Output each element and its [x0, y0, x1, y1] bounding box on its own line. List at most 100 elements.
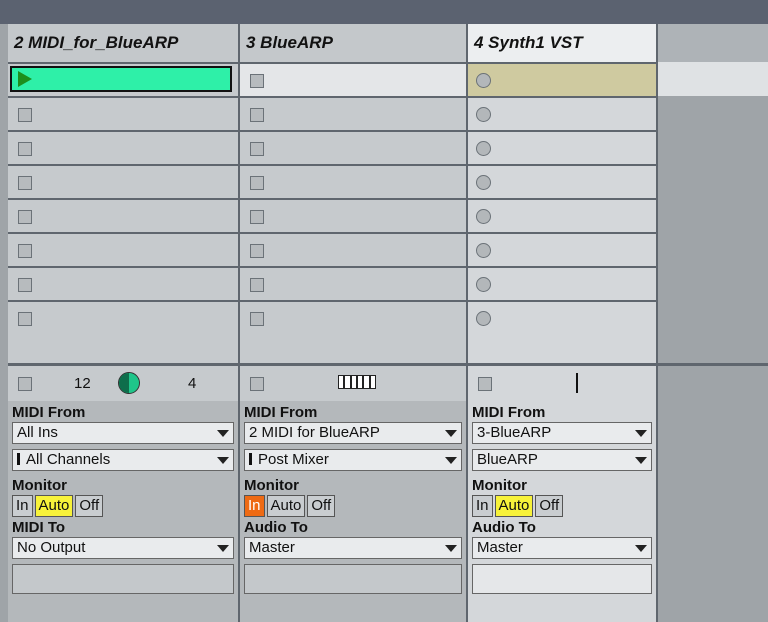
- clip-stop-button[interactable]: [250, 176, 264, 190]
- chevron-down-icon: [217, 545, 229, 552]
- clip-slot[interactable]: [468, 164, 658, 198]
- record-button[interactable]: [476, 141, 491, 156]
- clip-slot[interactable]: [8, 198, 240, 232]
- record-button[interactable]: [476, 277, 491, 292]
- track-stop-button[interactable]: [18, 377, 32, 391]
- clip-slot[interactable]: [468, 232, 658, 266]
- clip-slot[interactable]: [240, 300, 468, 363]
- clip-slot[interactable]: [8, 232, 240, 266]
- clip-stop-button[interactable]: [18, 244, 32, 258]
- clip-slot[interactable]: [240, 198, 468, 232]
- clip-stop-button[interactable]: [18, 142, 32, 156]
- track-stop-button[interactable]: [478, 377, 492, 391]
- dropdown-value: Post Mixer: [258, 451, 329, 468]
- playing-clip[interactable]: [10, 66, 232, 92]
- clip-slot[interactable]: [8, 300, 240, 363]
- clip-stop-button[interactable]: [250, 312, 264, 326]
- clip-slot[interactable]: [240, 96, 468, 130]
- chevron-down-icon: [635, 545, 647, 552]
- clip-slot[interactable]: [8, 266, 240, 300]
- clip-stop-button[interactable]: [250, 142, 264, 156]
- chevron-down-icon: [217, 430, 229, 437]
- track-status-strip: [468, 363, 658, 401]
- dropdown-value: No Output: [17, 539, 86, 556]
- record-button[interactable]: [476, 311, 491, 326]
- io-section: MIDI From 2 MIDI for BlueARP Post Mixer …: [240, 401, 468, 622]
- chevron-down-icon: [635, 430, 647, 437]
- clip-slot[interactable]: [468, 130, 658, 164]
- track-title[interactable]: 4 Synth1 VST: [468, 24, 658, 62]
- clip-stop-button[interactable]: [250, 74, 264, 88]
- clip-stop-button[interactable]: [18, 176, 32, 190]
- chevron-down-icon: [445, 545, 457, 552]
- monitor-off-button[interactable]: Off: [307, 495, 336, 517]
- record-button[interactable]: [476, 73, 491, 88]
- record-button[interactable]: [476, 209, 491, 224]
- record-button[interactable]: [476, 243, 491, 258]
- clip-stop-button[interactable]: [250, 244, 264, 258]
- clip-slot[interactable]: [240, 232, 468, 266]
- clip-stop-button[interactable]: [18, 108, 32, 122]
- track-column-midi-for-bluearp: 2 MIDI_for_BlueARP 12 4 MIDI From All In…: [8, 24, 240, 622]
- clip-stop-button[interactable]: [18, 312, 32, 326]
- clip-slot[interactable]: [240, 266, 468, 300]
- monitor-label: Monitor: [472, 477, 527, 494]
- channel-dropdown[interactable]: All Channels: [12, 449, 234, 471]
- track-stop-button[interactable]: [250, 377, 264, 391]
- monitor-auto-button[interactable]: Auto: [266, 495, 306, 517]
- clip-slot[interactable]: [468, 266, 658, 300]
- clip-slot[interactable]: [8, 130, 240, 164]
- clip-slot[interactable]: [468, 62, 658, 96]
- clip-stop-button[interactable]: [250, 108, 264, 122]
- chevron-down-icon: [445, 430, 457, 437]
- clip-slot[interactable]: [240, 130, 468, 164]
- audio-to-dropdown[interactable]: Master: [472, 537, 652, 559]
- midi-from-dropdown[interactable]: 2 MIDI for BlueARP: [244, 422, 462, 444]
- monitor-off-button[interactable]: Off: [75, 495, 104, 517]
- chevron-down-icon: [217, 457, 229, 464]
- monitor-off-button[interactable]: Off: [535, 495, 564, 517]
- dial-icon[interactable]: [118, 372, 140, 394]
- monitor-auto-button[interactable]: Auto: [34, 495, 74, 517]
- clip-slot[interactable]: [468, 300, 658, 363]
- clip-stop-button[interactable]: [250, 278, 264, 292]
- monitor-in-button[interactable]: In: [12, 495, 33, 517]
- track-column-bluearp: 3 BlueARP MIDI From 2 MIDI for BlueARP P…: [240, 24, 468, 622]
- record-button[interactable]: [476, 107, 491, 122]
- monitor-in-button[interactable]: In: [472, 495, 493, 517]
- clip-stop-button[interactable]: [250, 210, 264, 224]
- monitor-auto-button[interactable]: Auto: [494, 495, 534, 517]
- track-title[interactable]: 3 BlueARP: [240, 24, 468, 62]
- empty-box: [244, 564, 462, 594]
- channel-dropdown[interactable]: BlueARP: [472, 449, 652, 471]
- midi-from-dropdown[interactable]: 3-BlueARP: [472, 422, 652, 444]
- dropdown-value: Master: [477, 539, 523, 556]
- channel-dropdown[interactable]: Post Mixer: [244, 449, 462, 471]
- clip-slot[interactable]: [240, 62, 468, 96]
- track-column-synth1-vst: 4 Synth1 VST MIDI From 3-BlueARP BlueARP…: [468, 24, 658, 622]
- empty-header: [658, 24, 768, 62]
- clip-stop-button[interactable]: [18, 210, 32, 224]
- empty-box: [472, 564, 652, 594]
- io-section: MIDI From All Ins All Channels Monitor I…: [8, 401, 240, 622]
- midi-to-dropdown[interactable]: No Output: [12, 537, 234, 559]
- audio-to-label: Audio To: [244, 519, 308, 536]
- track-title[interactable]: 2 MIDI_for_BlueARP: [8, 24, 240, 62]
- play-icon[interactable]: [18, 71, 32, 87]
- level-indicator: [576, 373, 578, 393]
- dropdown-value: 2 MIDI for BlueARP: [249, 424, 380, 441]
- dropdown-value: 3-BlueARP: [477, 424, 552, 441]
- midi-from-label: MIDI From: [12, 404, 86, 421]
- clip-slot[interactable]: [8, 164, 240, 198]
- clip-slot[interactable]: [468, 96, 658, 130]
- midi-from-dropdown[interactable]: All Ins: [12, 422, 234, 444]
- clip-slot[interactable]: [8, 96, 240, 130]
- clip-stop-button[interactable]: [18, 278, 32, 292]
- clip-slot[interactable]: [8, 62, 240, 96]
- record-button[interactable]: [476, 175, 491, 190]
- clip-slot[interactable]: [468, 198, 658, 232]
- monitor-in-button[interactable]: In: [244, 495, 265, 517]
- clip-slot[interactable]: [240, 164, 468, 198]
- empty-box: [12, 564, 234, 594]
- audio-to-dropdown[interactable]: Master: [244, 537, 462, 559]
